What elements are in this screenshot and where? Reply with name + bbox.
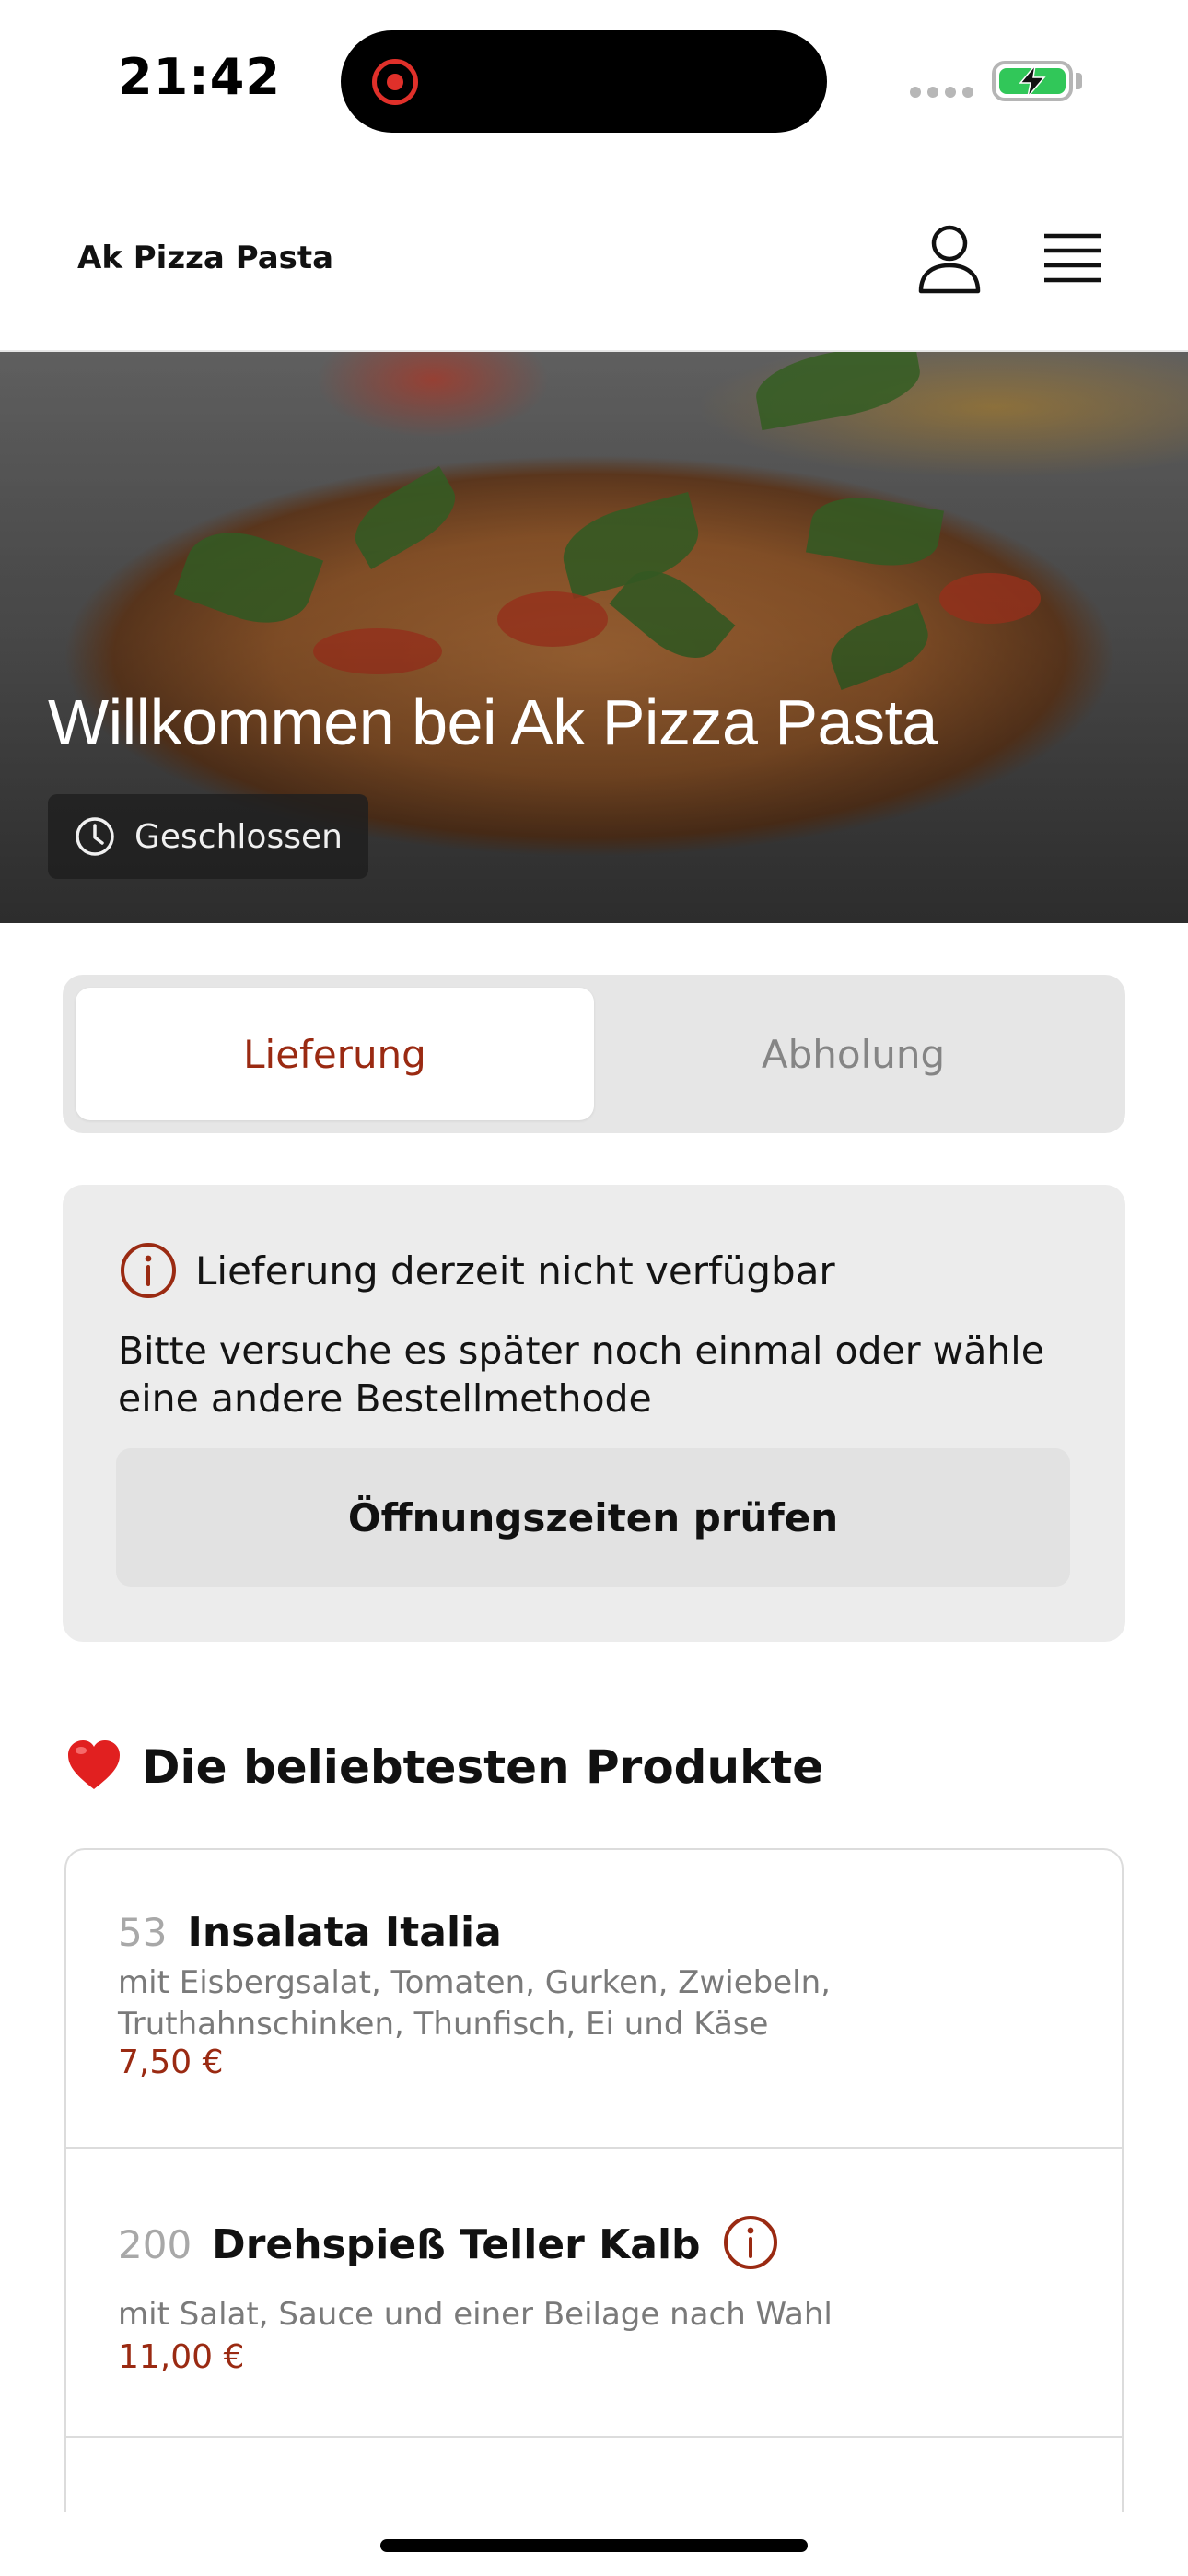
signal-icon	[910, 87, 973, 98]
product-name: Drehspieß Teller Kalb	[212, 2220, 701, 2268]
hero-banner: Willkommen bei Ak Pizza Pasta Geschlosse…	[0, 352, 1188, 923]
tab-delivery[interactable]: Lieferung	[76, 988, 594, 1120]
product-price: 7,50 €	[118, 2043, 224, 2081]
menu-icon	[1044, 233, 1101, 283]
notice-text: Bitte versuche es später noch einmal ode…	[118, 1329, 1044, 1421]
product-description: mit Salat, Sauce und einer Beilage nach …	[118, 2296, 833, 2333]
product-number: 53	[118, 1910, 168, 1955]
notice-title: Lieferung derzeit nicht verfügbar	[195, 1247, 835, 1294]
opening-status-badge: Geschlossen	[48, 794, 368, 879]
delivery-unavailable-notice: Lieferung derzeit nicht verfügbar Bitte …	[63, 1185, 1125, 1642]
screen-recording-icon	[372, 59, 418, 105]
popular-section-title: Die beliebtesten Produkte	[64, 1738, 823, 1797]
clock-icon	[76, 817, 114, 856]
opening-status-label: Geschlossen	[134, 817, 343, 856]
product-item[interactable]: 53 Insalata Italia mit Eisbergsalat, Tom…	[66, 1850, 1122, 2149]
popular-products-list: 53 Insalata Italia mit Eisbergsalat, Tom…	[64, 1848, 1124, 2512]
product-item[interactable]: 200 Drehspieß Teller Kalb mit Salat, Sau…	[66, 2149, 1122, 2438]
popular-section-label: Die beliebtesten Produkte	[142, 1740, 824, 1794]
heart-icon	[64, 1738, 123, 1797]
tab-pickup[interactable]: Abholung	[594, 988, 1112, 1120]
status-time: 21:42	[118, 48, 281, 106]
profile-button[interactable]	[912, 221, 987, 297]
product-number: 200	[118, 2221, 192, 2267]
battery-cap	[1076, 73, 1082, 89]
product-info-icon[interactable]	[721, 2213, 780, 2276]
brand-name[interactable]: Ak Pizza Pasta	[77, 240, 333, 276]
info-icon	[121, 1243, 176, 1298]
check-opening-hours-button[interactable]: Öffnungszeiten prüfen	[116, 1448, 1070, 1587]
notice-header: Lieferung derzeit nicht verfügbar	[118, 1240, 835, 1301]
dynamic-island	[341, 30, 827, 133]
product-name: Insalata Italia	[187, 1909, 502, 1956]
product-price: 11,00 €	[118, 2338, 245, 2376]
battery-charging-icon	[992, 61, 1073, 101]
app-header: Ak Pizza Pasta	[0, 166, 1188, 352]
product-description: mit Eisbergsalat, Tomaten, Gurken, Zwieb…	[118, 1964, 831, 2043]
order-mode-toggle: Lieferung Abholung	[63, 975, 1125, 1133]
profile-icon	[918, 225, 981, 294]
status-bar: 21:42	[0, 0, 1188, 166]
home-indicator[interactable]	[380, 2539, 808, 2552]
menu-button[interactable]	[1039, 225, 1107, 293]
welcome-title: Willkommen bei Ak Pizza Pasta	[48, 686, 938, 758]
